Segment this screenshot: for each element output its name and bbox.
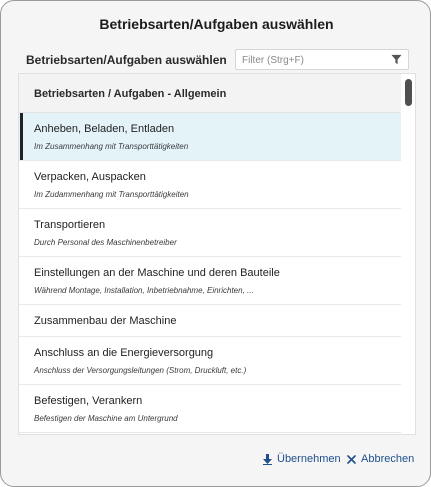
apply-button-label: Übernehmen [277, 453, 341, 465]
list-item-title: Befestigen, Verankern [34, 395, 143, 407]
list-item-title: Anschluss an die Energieversorgung [34, 347, 214, 359]
filter-icon[interactable] [391, 54, 402, 65]
group-header-general: Betriebsarten / Aufgaben - Allgemein [19, 74, 401, 113]
close-icon [347, 454, 356, 464]
list-item-subtitle: Während Montage, Installation, Inbetrieb… [34, 286, 254, 295]
arrow-down-icon [263, 453, 272, 465]
apply-button[interactable]: Übernehmen [263, 453, 341, 465]
list-item-title: Anheben, Beladen, Entladen [34, 123, 175, 135]
dialog-title: Betriebsarten/Aufgaben auswählen [99, 16, 334, 32]
cancel-button-label: Abbrechen [361, 453, 415, 465]
list-item[interactable]: Verpacken, Auspacken Im Zudammenhang mit… [19, 161, 401, 209]
filter-input[interactable] [242, 52, 382, 68]
list-item[interactable]: Transportieren Durch Personal des Maschi… [19, 209, 401, 257]
list-item[interactable]: Einstellungen an der Maschine und deren … [19, 257, 401, 305]
task-list: Betriebsarten / Aufgaben - Allgemein Anh… [19, 74, 401, 433]
list-item-subtitle: Im Zusammenhang mit Transporttätigkeiten [34, 142, 189, 151]
list-item-title: Zusammenbau der Maschine [34, 315, 177, 327]
list-item[interactable]: Zusammenbau der Maschine [19, 305, 401, 337]
list-item-title: Verpacken, Auspacken [34, 171, 146, 183]
list-item[interactable]: Anschluss an die Energieversorgung Ansch… [19, 337, 401, 385]
list-item-title: Transportieren [34, 219, 106, 231]
select-operating-modes-dialog: Betriebsarten/Aufgaben auswählen Betrieb… [0, 0, 431, 487]
cancel-button[interactable]: Abbrechen [347, 453, 414, 465]
task-list-panel: Betriebsarten / Aufgaben - Allgemein Anh… [18, 73, 416, 435]
list-scrollbar[interactable] [402, 74, 415, 434]
scrollbar-thumb[interactable] [405, 79, 412, 106]
list-item-title: Einstellungen an der Maschine und deren … [34, 267, 280, 279]
section-header: Betriebsarten/Aufgaben auswählen [26, 53, 227, 67]
list-item[interactable]: Anheben, Beladen, Entladen Im Zusammenha… [19, 113, 401, 161]
list-item[interactable]: Befestigen, Verankern Befestigen der Mas… [19, 385, 401, 433]
list-item-subtitle: Befestigen der Maschine am Untergrund [34, 414, 178, 423]
list-item-subtitle: Durch Personal des Maschinenbetreiber [34, 238, 177, 247]
list-item-subtitle: Im Zudammenhang mit Transporttätigkeiten [34, 190, 189, 199]
filter-field[interactable] [235, 49, 409, 70]
list-item-subtitle: Anschluss der Versorgungsleitungen (Stro… [34, 366, 247, 375]
